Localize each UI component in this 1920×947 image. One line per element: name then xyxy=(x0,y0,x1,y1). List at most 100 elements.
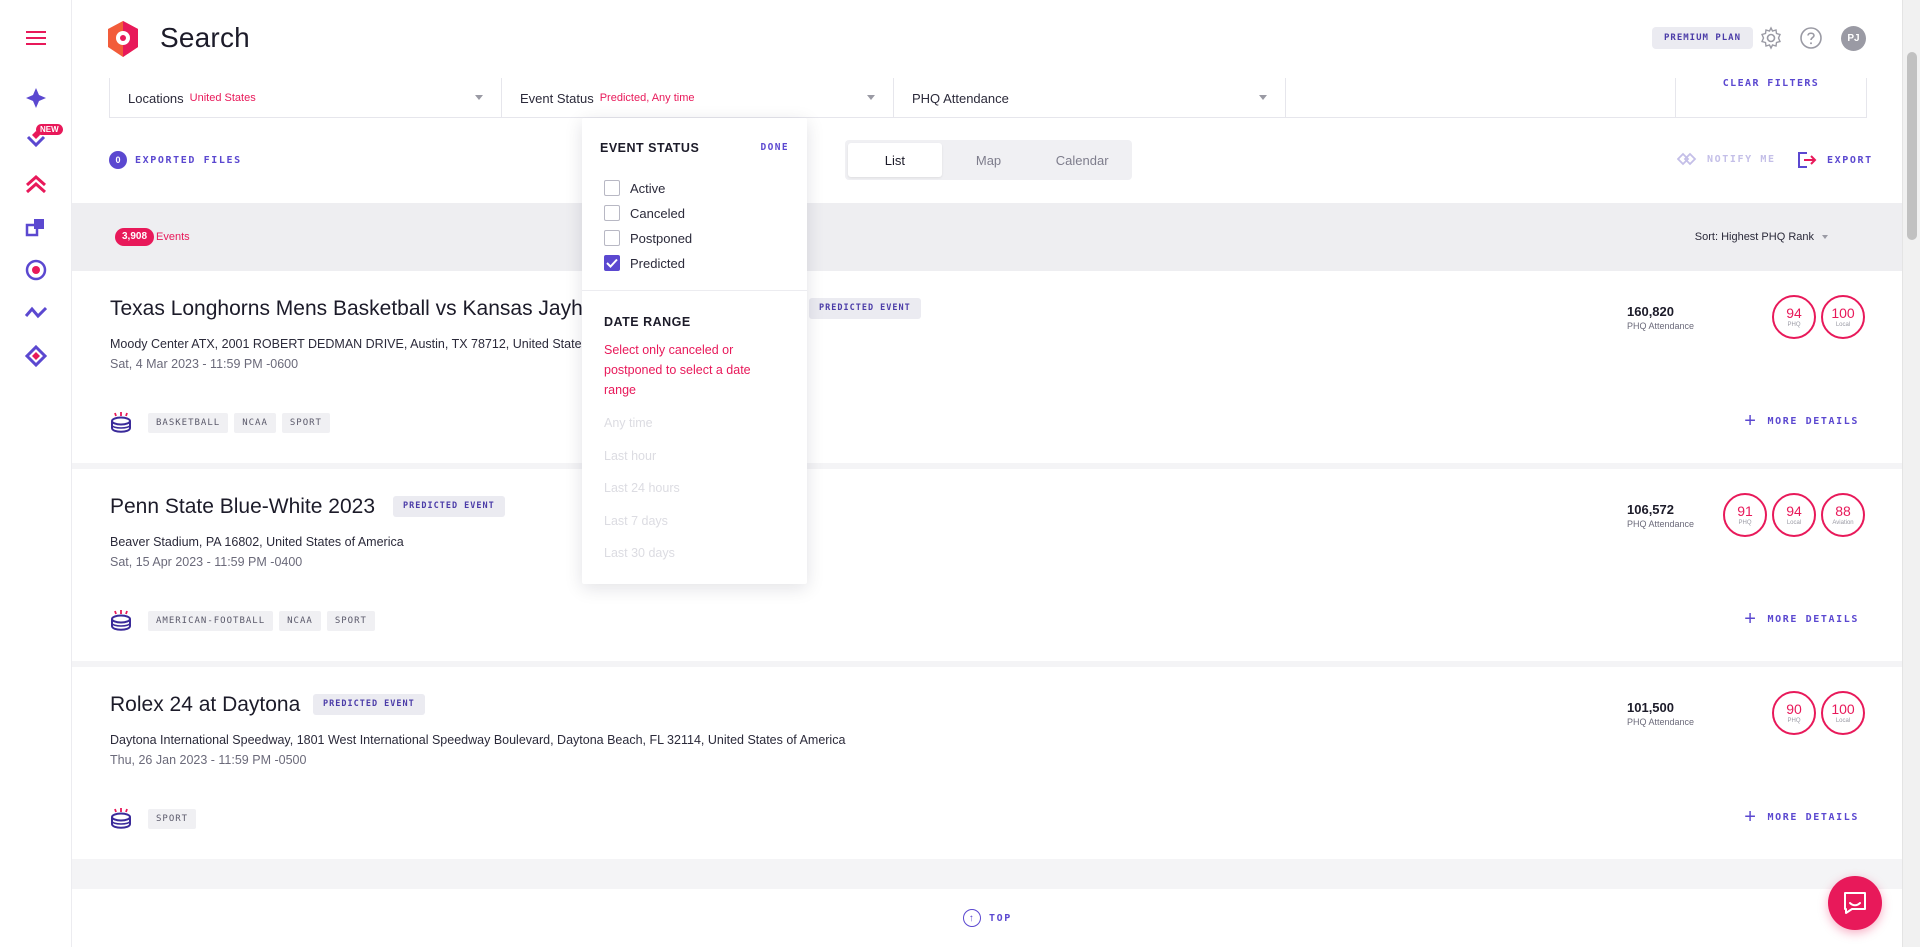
event-tags: AMERICAN-FOOTBALL NCAA SPORT xyxy=(110,610,375,632)
checkbox-canceled[interactable] xyxy=(604,205,620,221)
page-scrollbar[interactable] xyxy=(1902,0,1920,947)
attendance-block: 106,572 PHQ Attendance xyxy=(1627,502,1694,529)
event-address: Beaver Stadium, PA 16802, United States … xyxy=(110,535,404,549)
plus-icon: + xyxy=(1744,806,1758,828)
tag[interactable]: SPORT xyxy=(281,413,330,433)
rank-local[interactable]: 100 Local xyxy=(1821,691,1865,735)
rank-label: Local xyxy=(1786,520,1802,526)
checkbox-predicted[interactable] xyxy=(604,255,620,271)
rank-local[interactable]: 94 Local xyxy=(1772,493,1816,537)
predicted-event-badge: PREDICTED EVENT xyxy=(809,298,921,319)
rank-phq[interactable]: 94 PHQ xyxy=(1772,295,1816,339)
rank-local[interactable]: 100 Local xyxy=(1821,295,1865,339)
rank-label: PHQ xyxy=(1738,520,1752,526)
left-sidebar: NEW xyxy=(0,0,72,947)
exported-files-button[interactable]: 0 EXPORTED FILES xyxy=(109,151,242,169)
rank-value: 100 xyxy=(1831,701,1855,717)
attendance-label: PHQ Attendance xyxy=(1627,321,1695,331)
date-range-option: Last 30 days xyxy=(604,546,675,560)
attendance-value: 160,820 xyxy=(1627,304,1674,319)
rank-label: Aviation xyxy=(1832,520,1854,526)
view-tab-calendar[interactable]: Calendar xyxy=(1035,143,1129,177)
filter-locations[interactable]: Locations United States xyxy=(110,78,502,118)
option-label: Postponed xyxy=(630,230,693,246)
date-range-option: Any time xyxy=(604,416,653,430)
filter-event-status[interactable]: Event Status Predicted, Any time xyxy=(502,78,894,118)
view-toggle: List Map Calendar xyxy=(845,140,1132,180)
option-label: Active xyxy=(630,180,666,196)
target-icon[interactable] xyxy=(24,258,48,282)
tag[interactable]: NCAA xyxy=(279,611,321,631)
event-tags: BASKETBALL NCAA SPORT xyxy=(110,412,330,434)
notify-me-button[interactable]: NOTIFY ME xyxy=(1677,151,1776,167)
rank-phq[interactable]: 91 PHQ xyxy=(1723,493,1767,537)
premium-plan-badge[interactable]: PREMIUM PLAN xyxy=(1652,27,1754,49)
scrollbar-thumb[interactable] xyxy=(1907,52,1917,240)
exported-count: 0 xyxy=(109,151,127,169)
gear-icon[interactable] xyxy=(1759,26,1783,50)
rank-label: PHQ xyxy=(1787,718,1801,724)
status-option-active[interactable]: Active xyxy=(604,180,665,196)
view-tab-map[interactable]: Map xyxy=(942,143,1036,177)
rank-aviation[interactable]: 88 Aviation xyxy=(1821,493,1865,537)
tag[interactable]: SPORT xyxy=(148,809,197,829)
rank-value: 100 xyxy=(1831,305,1855,321)
rank-phq[interactable]: 90 PHQ xyxy=(1772,691,1816,735)
more-details-button[interactable]: + MORE DETAILS xyxy=(1744,806,1859,828)
status-option-postponed[interactable]: Postponed xyxy=(604,230,692,246)
more-details-button[interactable]: + MORE DETAILS xyxy=(1744,609,1859,629)
diamond-icon[interactable] xyxy=(24,344,48,368)
help-icon[interactable] xyxy=(1799,26,1823,50)
user-avatar[interactable]: PJ xyxy=(1841,26,1866,51)
chat-launcher-button[interactable] xyxy=(1828,876,1882,930)
date-range-title: DATE RANGE xyxy=(604,315,691,329)
clear-filters-button[interactable]: CLEAR FILTERS xyxy=(1676,78,1866,117)
status-option-canceled[interactable]: Canceled xyxy=(604,205,685,221)
event-address: Moody Center ATX, 2001 ROBERT DEDMAN DRI… xyxy=(110,337,588,351)
more-details-label: MORE DETAILS xyxy=(1767,415,1859,427)
trend-icon[interactable] xyxy=(24,301,48,325)
event-card[interactable]: Texas Longhorns Mens Basketball vs Kansa… xyxy=(72,271,1902,463)
event-title[interactable]: Rolex 24 at Daytona xyxy=(110,693,300,717)
export-icon xyxy=(1798,152,1817,168)
scroll-top-button[interactable]: ↑ TOP xyxy=(963,909,1012,927)
done-button[interactable]: DONE xyxy=(761,142,789,153)
filter-event-status-label: Event Status xyxy=(520,90,594,106)
menu-icon[interactable] xyxy=(24,26,48,50)
sort-dropdown[interactable]: Sort: Highest PHQ Rank xyxy=(1695,231,1828,243)
plus-icon: + xyxy=(1744,410,1758,432)
event-card[interactable]: Penn State Blue-White 2023 PREDICTED EVE… xyxy=(72,469,1902,661)
event-tags: SPORT xyxy=(110,808,197,830)
event-title[interactable]: Texas Longhorns Mens Basketball vs Kansa… xyxy=(110,297,583,321)
more-details-button[interactable]: + MORE DETAILS xyxy=(1744,410,1859,432)
filter-locations-label: Locations xyxy=(128,90,184,106)
copy-icon[interactable] xyxy=(24,215,48,239)
tag[interactable]: BASKETBALL xyxy=(148,413,229,433)
event-title[interactable]: Penn State Blue-White 2023 xyxy=(110,495,375,519)
rank-label: Local xyxy=(1835,718,1851,724)
rank-icon[interactable] xyxy=(24,172,48,196)
rank-value: 90 xyxy=(1786,701,1802,717)
checkbox-postponed[interactable] xyxy=(604,230,620,246)
view-tab-list[interactable]: List xyxy=(848,143,942,177)
export-button[interactable]: EXPORT xyxy=(1797,151,1873,169)
attendance-label: PHQ Attendance xyxy=(1627,717,1695,727)
tag[interactable]: SPORT xyxy=(326,611,375,631)
discover-icon[interactable] xyxy=(24,86,48,110)
more-details-label: MORE DETAILS xyxy=(1767,613,1859,625)
tag[interactable]: AMERICAN-FOOTBALL xyxy=(148,611,274,631)
option-label: Predicted xyxy=(630,255,685,271)
filter-locations-value: United States xyxy=(189,92,256,104)
more-details-label: MORE DETAILS xyxy=(1767,811,1859,823)
filter-event-status-value: Predicted, Any time xyxy=(599,92,695,104)
predicthq-logo[interactable] xyxy=(106,20,140,58)
checkbox-active[interactable] xyxy=(604,180,620,196)
filter-phq-attendance[interactable]: PHQ Attendance xyxy=(894,78,1286,118)
event-date: Thu, 26 Jan 2023 - 11:59 PM -0500 xyxy=(110,753,307,767)
tag[interactable]: NCAA xyxy=(234,413,276,433)
status-option-predicted[interactable]: Predicted xyxy=(604,255,685,271)
top-label: TOP xyxy=(989,912,1012,924)
date-range-option: Last hour xyxy=(604,449,657,463)
event-card[interactable]: Rolex 24 at Daytona PREDICTED EVENT Dayt… xyxy=(72,667,1902,859)
date-range-warning: Select only canceled or postponed to sel… xyxy=(604,343,751,397)
